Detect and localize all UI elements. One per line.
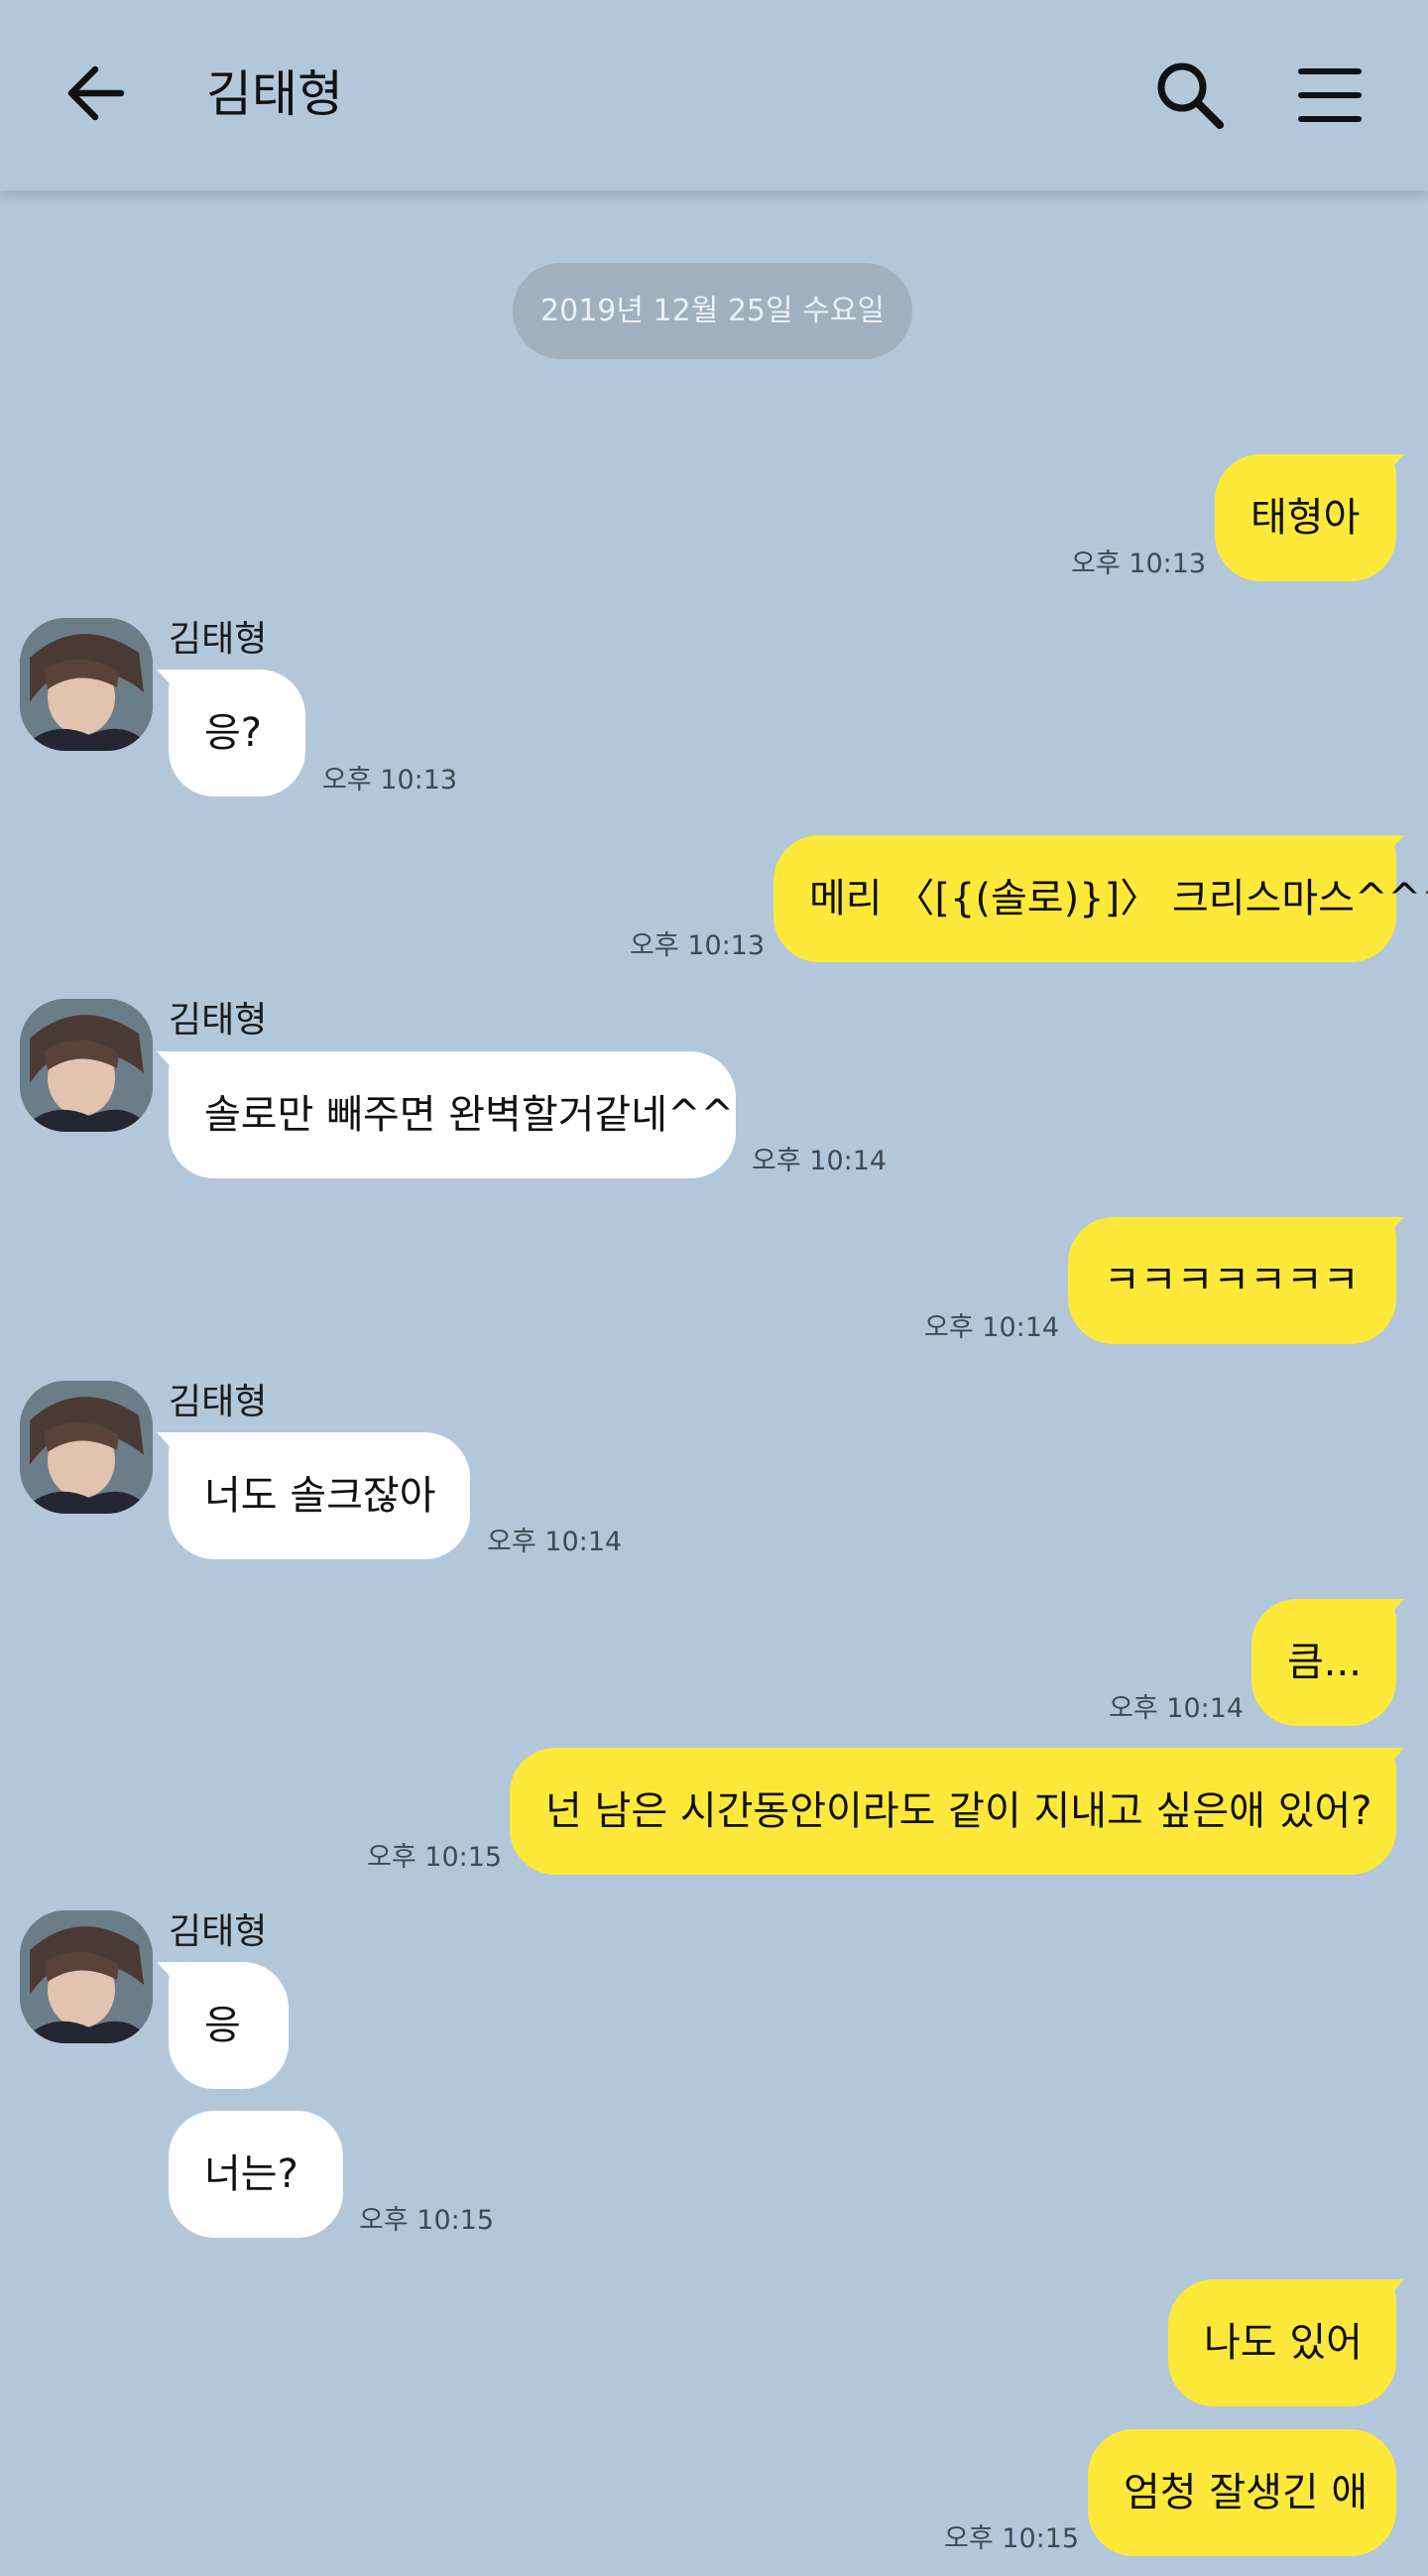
- bubble-tail: [1374, 2279, 1404, 2301]
- message-bubble-other[interactable]: 너는?: [169, 2111, 343, 2238]
- message-text: 응?: [204, 710, 263, 756]
- message-time: 오후 10:15: [359, 2205, 495, 2236]
- message-text: 너도 솔크잖아: [204, 1473, 436, 1519]
- back-button[interactable]: [60, 54, 139, 133]
- message-time: 오후 10:14: [924, 1312, 1060, 1343]
- bubble-tail: [157, 1962, 186, 1984]
- avatar[interactable]: [20, 618, 153, 751]
- bubble-tail: [1374, 1217, 1404, 1239]
- avatar-photo: [20, 1381, 153, 1514]
- bubble-tail: [157, 670, 186, 691]
- avatar-photo: [20, 618, 153, 751]
- message-bubble-other[interactable]: 응?: [169, 670, 305, 797]
- bubble-tail: [1374, 1748, 1404, 1770]
- message-text: 나도 있어: [1204, 2320, 1363, 2366]
- chat-title: 김태형: [206, 65, 343, 123]
- message-bubble-mine[interactable]: ㅋㅋㅋㅋㅋㅋㅋ: [1068, 1217, 1396, 1344]
- message-time: 오후 10:13: [322, 765, 458, 796]
- message-bubble-other[interactable]: 너도 솔크잖아: [169, 1432, 470, 1559]
- search-button[interactable]: [1150, 56, 1230, 135]
- date-divider: 2019년 12월 25일 수요일: [513, 263, 912, 359]
- avatar-photo: [20, 1910, 153, 2043]
- avatar[interactable]: [20, 1910, 153, 2043]
- sender-name: 김태형: [169, 619, 268, 660]
- message-text: 너는?: [204, 2151, 298, 2197]
- message-time: 오후 10:15: [944, 2523, 1080, 2554]
- message-time: 오후 10:14: [487, 1527, 623, 1557]
- message-bubble-mine[interactable]: 태형아: [1215, 454, 1396, 581]
- message-text: 응: [204, 2003, 241, 2048]
- bubble-tail: [157, 1432, 186, 1454]
- hamburger-menu-icon: [1298, 68, 1362, 122]
- bubble-tail: [1374, 835, 1404, 857]
- message-time: 오후 10:14: [1109, 1693, 1245, 1724]
- menu-button[interactable]: [1289, 56, 1368, 135]
- message-bubble-mine[interactable]: 넌 남은 시간동안이라도 같이 지내고 싶은애 있어?: [510, 1748, 1396, 1875]
- bubble-tail: [157, 1051, 186, 1073]
- chat-header: 김태형: [0, 0, 1428, 190]
- sender-name: 김태형: [169, 1382, 268, 1422]
- bubble-tail: [1374, 454, 1404, 476]
- message-bubble-other[interactable]: 응: [169, 1962, 289, 2089]
- message-time: 오후 10:15: [367, 1842, 503, 1873]
- message-time: 오후 10:13: [1071, 549, 1207, 579]
- message-bubble-mine[interactable]: 메리 〈[{(솔로)}]〉 크리스마스^^^: [774, 835, 1428, 962]
- sender-name: 김태형: [169, 1911, 268, 1952]
- message-bubble-other[interactable]: 솔로만 빼주면 완벽할거같네^^: [169, 1051, 736, 1178]
- message-text: 엄청 잘생긴 애: [1124, 2470, 1368, 2515]
- avatar[interactable]: [20, 1381, 153, 1514]
- bubble-tail: [1374, 1599, 1404, 1621]
- message-text: 솔로만 빼주면 완벽할거같네^^: [204, 1092, 735, 1138]
- search-icon: [1157, 62, 1224, 129]
- avatar[interactable]: [20, 999, 153, 1132]
- message-bubble-mine[interactable]: 엄청 잘생긴 애: [1088, 2429, 1396, 2556]
- message-text: ㅋㅋㅋㅋㅋㅋㅋ: [1104, 1258, 1360, 1303]
- avatar-photo: [20, 999, 153, 1132]
- arrow-left-icon: [67, 65, 125, 121]
- message-text: 넌 남은 시간동안이라도 같이 지내고 싶은애 있어?: [545, 1788, 1372, 1834]
- message-text: 태형아: [1250, 495, 1361, 541]
- sender-name: 김태형: [169, 1000, 268, 1041]
- message-text: 메리 〈[{(솔로)}]〉 크리스마스^^^: [809, 876, 1428, 921]
- message-text: 큼...: [1287, 1640, 1362, 1685]
- message-bubble-mine[interactable]: 나도 있어: [1168, 2279, 1396, 2406]
- message-time: 오후 10:14: [752, 1146, 888, 1176]
- message-time: 오후 10:13: [630, 930, 766, 961]
